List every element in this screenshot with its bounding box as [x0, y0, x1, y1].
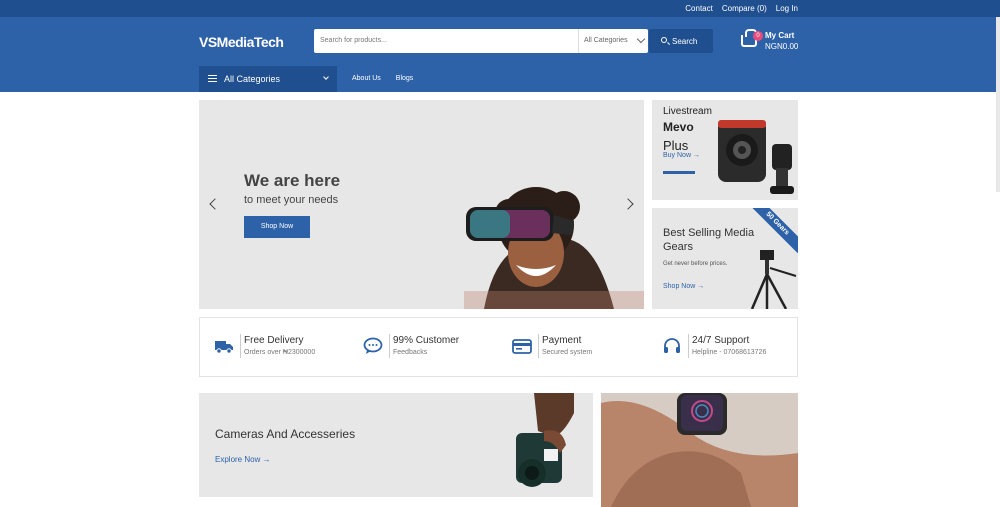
ad1-line1: Livestream — [663, 106, 712, 117]
prev-slide-icon[interactable] — [209, 198, 221, 210]
feature-title: 99% Customer — [393, 335, 460, 346]
category-select[interactable]: All Categories — [578, 29, 648, 53]
search-input[interactable]: Search for products... All Categories — [314, 29, 648, 53]
feature-title: Free Delivery — [244, 335, 304, 346]
contact-link[interactable]: Contact — [685, 4, 713, 13]
feature-subtitle: Feedbacks — [393, 349, 428, 356]
cameras-banner[interactable]: Cameras And Accesseries Explore Now → — [199, 393, 593, 497]
feature-divider — [240, 334, 241, 358]
tripod-image — [750, 250, 797, 309]
top-links: Contact Compare (0) Log In — [685, 4, 798, 13]
mevo-plus-ad[interactable]: Livestream Mevo Plus Buy Now → — [652, 100, 798, 200]
chevron-down-icon — [323, 74, 329, 80]
all-categories-label: All Categories — [224, 74, 281, 84]
search-button[interactable]: Search — [649, 29, 713, 53]
feature-title: Payment — [542, 335, 582, 346]
hero-banner: We are here to meet your needs Shop Now — [199, 100, 644, 309]
chevron-down-icon — [636, 34, 646, 44]
cart-title: My Cart — [765, 31, 795, 40]
feature-divider — [389, 334, 390, 358]
smartwatch-image — [601, 393, 798, 507]
feature-divider — [688, 334, 689, 358]
hero-title: We are here — [244, 171, 341, 190]
buy-now-link[interactable]: Buy Now → — [663, 152, 700, 159]
top-bar: Contact Compare (0) Log In — [0, 0, 1000, 17]
cart-badge: 0 — [753, 31, 763, 41]
ad1-underline — [663, 171, 695, 174]
search-button-label: Search — [672, 37, 698, 46]
features-strip: Free Delivery Orders over ₦2300000 99% C… — [199, 317, 798, 377]
scrollbar[interactable] — [996, 17, 1000, 192]
feature-subtitle: Orders over ₦2300000 — [244, 349, 316, 356]
all-categories-menu[interactable]: All Categories — [199, 66, 337, 92]
login-link[interactable]: Log In — [776, 4, 798, 13]
truck-icon — [215, 341, 233, 354]
nav-blogs[interactable]: Blogs — [396, 75, 414, 82]
camera-product-image — [718, 120, 794, 194]
media-gears-ad[interactable]: 50 Gears Best Selling Media Gears Get ne… — [652, 208, 798, 309]
cart-total: NGN0.00 — [765, 42, 799, 51]
header: VSMediaTech Search for products... All C… — [0, 17, 1000, 92]
compare-link[interactable]: Compare (0) — [722, 4, 767, 13]
vr-headset-image — [464, 187, 644, 309]
cameras-title: Cameras And Accesseries — [215, 427, 356, 441]
ad1-line2: Mevo — [663, 120, 694, 134]
shop-now-button[interactable]: Shop Now — [244, 216, 310, 238]
ad2-subtitle: Get never before prices. — [663, 261, 728, 267]
category-select-label: All Categories — [584, 37, 628, 44]
chat-icon — [363, 337, 383, 354]
hero-subtitle: to meet your needs — [244, 194, 339, 206]
nav-about-us[interactable]: About Us — [352, 75, 381, 82]
nav-links: About Us Blogs — [352, 75, 413, 82]
search-placeholder: Search for products... — [320, 37, 387, 44]
camera-in-hand-image — [516, 393, 574, 487]
explore-now-link[interactable]: Explore Now → — [215, 455, 271, 464]
headset-icon — [664, 338, 680, 353]
feature-divider — [538, 334, 539, 358]
shop-now-link[interactable]: Shop Now → — [663, 283, 704, 290]
feature-subtitle: Helpline - 07068613726 — [692, 349, 767, 356]
logo[interactable]: VSMediaTech — [199, 34, 284, 50]
feature-title: 24/7 Support — [692, 335, 750, 346]
ad1-line3: Plus — [663, 138, 689, 153]
smartwatch-banner[interactable] — [601, 393, 798, 507]
search-icon — [661, 37, 667, 43]
card-icon — [512, 339, 532, 354]
cart[interactable]: 0 My Cart NGN0.00 — [741, 29, 811, 55]
feature-subtitle: Secured system — [542, 349, 593, 356]
menu-icon — [208, 75, 217, 82]
